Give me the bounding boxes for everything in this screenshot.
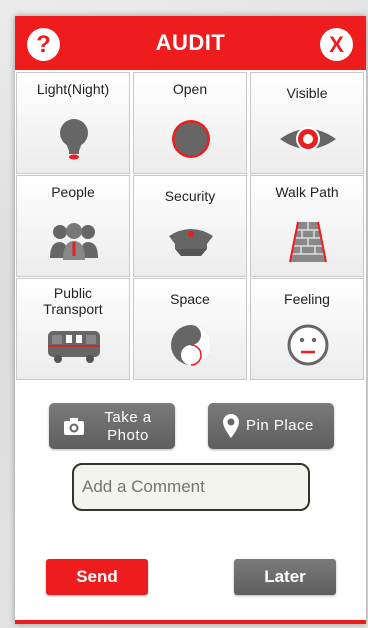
category-people[interactable]: People <box>16 175 130 277</box>
yin-yang-icon <box>171 325 211 366</box>
category-label: Light(Night) <box>36 81 110 97</box>
dialog-header: ? AUDIT X <box>15 16 366 70</box>
audit-dialog: ? AUDIT X Light(Night) Open Visible Peop… <box>15 16 366 624</box>
map-pin-icon <box>223 414 239 438</box>
send-button[interactable]: Send <box>46 559 148 595</box>
category-walk-path[interactable]: Walk Path <box>250 175 364 277</box>
category-public-transport[interactable]: Public Transport <box>16 278 130 380</box>
security-cap-icon <box>169 229 213 256</box>
pin-place-label: Pin Place <box>246 417 314 434</box>
face-icon <box>287 324 329 366</box>
take-photo-label: Take a Photo <box>104 409 152 444</box>
lightbulb-icon <box>60 119 88 160</box>
walk-path-icon <box>289 221 327 263</box>
close-button[interactable]: X <box>320 28 353 61</box>
category-label: Walk Path <box>275 184 339 200</box>
category-open[interactable]: Open <box>133 72 247 174</box>
dialog-title: AUDIT <box>155 30 226 55</box>
later-button[interactable]: Later <box>234 559 336 595</box>
camera-icon <box>64 418 84 435</box>
category-visible[interactable]: Visible <box>250 72 364 174</box>
eye-icon <box>280 127 336 151</box>
open-circle-icon <box>172 120 210 158</box>
take-photo-button[interactable]: Take a Photo <box>49 403 175 449</box>
category-label: Feeling <box>284 291 330 307</box>
category-space[interactable]: Space <box>133 278 247 380</box>
category-label: Visible <box>286 85 328 101</box>
pin-place-button[interactable]: Pin Place <box>208 403 334 449</box>
category-label: Public Transport <box>43 285 103 317</box>
bus-icon <box>48 331 100 363</box>
comment-input[interactable] <box>72 463 310 511</box>
category-label: Security <box>164 188 216 204</box>
bottom-accent-bar <box>15 620 366 624</box>
category-label: People <box>51 184 95 200</box>
category-security[interactable]: Security <box>133 175 247 277</box>
category-grid: Light(Night) Open Visible People Securit… <box>16 72 364 392</box>
category-label: Open <box>172 81 208 97</box>
people-icon <box>50 223 98 260</box>
category-label: Space <box>170 291 210 307</box>
category-feeling[interactable]: Feeling <box>250 278 364 380</box>
category-light-night[interactable]: Light(Night) <box>16 72 130 174</box>
